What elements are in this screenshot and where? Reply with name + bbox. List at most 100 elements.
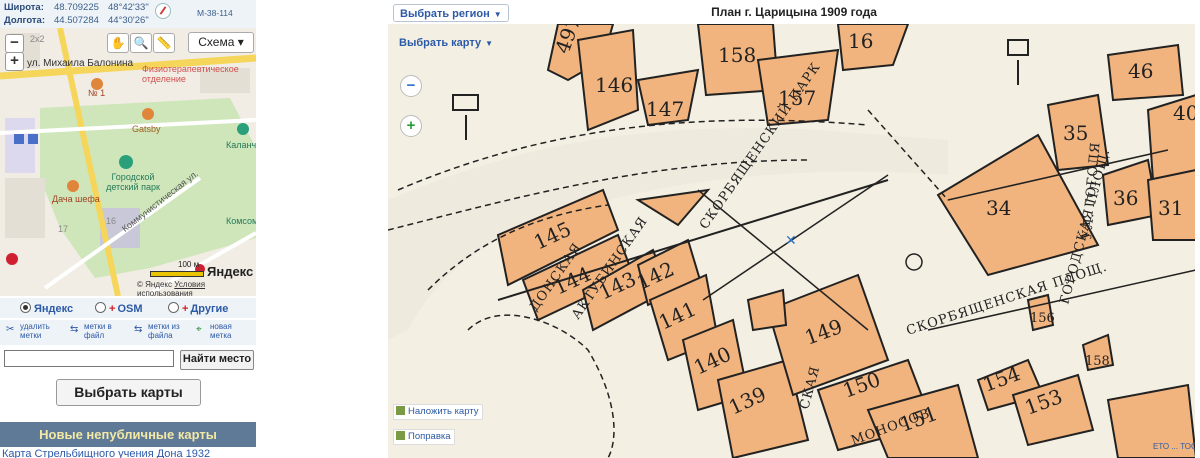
delete-marks-icon: ✂ — [6, 324, 15, 335]
latitude-decimal: 48.709225 — [54, 2, 99, 13]
select-region-dropdown[interactable]: Выбрать регион ▼ — [393, 4, 509, 22]
lot-number: 16 — [848, 29, 873, 53]
longitude-dms: 44°30'26" — [108, 15, 149, 26]
overlay-map-button[interactable]: Наложить карту — [393, 404, 483, 420]
kalanch-label: Каланч — [226, 140, 256, 150]
hand-tool-icon[interactable]: ✋ — [107, 33, 129, 53]
left-panel: Широта: 48.709225 48°42'33" Долгота: 44.… — [0, 0, 256, 458]
select-region-label: Выбрать регион — [400, 8, 490, 20]
marks-from-file-label-1: метки из — [148, 322, 180, 331]
provider-yandex-label: Яндекс — [34, 303, 74, 315]
new-mark-button[interactable]: ⌖ новая метка — [196, 322, 232, 340]
delete-marks-label-2: метки — [20, 331, 42, 340]
crosshair-icon: ✕ — [785, 232, 797, 248]
park-label: Городской детский парк — [106, 172, 160, 192]
scheme-label: Схема — [198, 35, 235, 49]
house-16-label: 16 — [106, 216, 117, 226]
compass-icon[interactable] — [155, 3, 171, 19]
map-zoom-in-button[interactable]: + — [400, 115, 422, 137]
map-title-bar: План г. Царицына 1909 года — [388, 0, 1200, 24]
yandex-logo: Яндекс — [207, 264, 254, 279]
latitude-label: Широта: — [4, 2, 44, 13]
minimap-zoom-in-button[interactable]: + — [5, 52, 24, 71]
dacha-label: Дача шефа — [52, 194, 100, 204]
delete-marks-button[interactable]: ✂ удалить метки — [6, 322, 50, 340]
lot-number: 146 — [595, 73, 633, 97]
new-mark-icon: ⌖ — [196, 324, 202, 335]
copyright-text: © Яндекс — [137, 280, 173, 289]
house-2x2-label: 2x2 — [30, 34, 45, 44]
marks-from-file-icon: ⇆ — [134, 324, 143, 335]
historic-map-viewer[interactable]: 497 146 158 16 147 157 46 35 40 34 36 31… — [388, 0, 1200, 458]
overlay-map-label: Наложить карту — [408, 406, 479, 417]
street-label: ул. Михаила Балонина — [27, 58, 134, 69]
copyright: © Яндекс Условия использования — [137, 280, 256, 296]
chevron-down-icon: ▼ — [485, 39, 494, 48]
map-sheet-code: M-38-114 — [197, 8, 233, 18]
lot-number: 31 — [1158, 196, 1183, 220]
new-private-maps-header[interactable]: Новые непубличные карты — [0, 422, 256, 447]
yandex-minimap[interactable]: − + ✋ 🔍 📏 Схема ▾ ул. Михаила Балонина Ф… — [0, 28, 256, 296]
marks-to-file-icon: ⇆ — [70, 324, 79, 335]
provider-osm[interactable]: + OSM — [95, 302, 143, 315]
longitude-decimal: 44.507284 — [54, 15, 99, 26]
map-right-border — [1195, 0, 1200, 458]
provider-osm-label: OSM — [117, 303, 143, 315]
marks-toolbar: ✂ удалить метки ⇆ метки в файл ⇆ метки и… — [0, 320, 256, 345]
new-mark-label-2: метка — [210, 331, 232, 340]
longitude-label: Долгота: — [4, 15, 45, 26]
correction-button[interactable]: Поправка — [393, 429, 455, 445]
map-title: План г. Царицына 1909 года — [711, 5, 877, 19]
magnify-tool-icon[interactable]: 🔍 — [130, 33, 152, 53]
layers-icon — [396, 406, 405, 415]
marks-to-file-label-1: метки в — [84, 322, 112, 331]
ruler-tool-icon[interactable]: 📏 — [153, 33, 175, 53]
select-map-dropdown[interactable]: Выбрать карту ▼ — [393, 34, 499, 52]
correction-label: Поправка — [408, 431, 451, 442]
lot-number: 46 — [1128, 59, 1153, 83]
latitude-dms: 48°42'33" — [108, 2, 149, 13]
provider-yandex[interactable]: Яндекс — [20, 302, 73, 315]
map-attribution[interactable]: ЕТО ... ТОС — [1153, 442, 1197, 451]
lot-number: 35 — [1063, 121, 1088, 145]
map-zoom-out-button[interactable]: − — [400, 75, 422, 97]
choose-maps-button[interactable]: Выбрать карты — [56, 379, 201, 406]
historic-map-image: 497 146 158 16 147 157 46 35 40 34 36 31… — [388, 0, 1200, 458]
delete-marks-label-1: удалить — [20, 322, 50, 331]
marks-from-file-label-2: файла — [148, 331, 173, 340]
lot-number: 34 — [986, 196, 1011, 220]
gatsby-label: Gatsby — [132, 124, 161, 134]
marks-from-file-button[interactable]: ⇆ метки из файла — [134, 322, 180, 340]
correction-icon — [396, 431, 405, 440]
map-list-item[interactable]: Карта Стрельбищного учения Дона 1932 — [2, 448, 210, 458]
no1-label: № 1 — [88, 88, 106, 98]
marks-to-file-label-2: файл — [84, 331, 105, 340]
provider-others[interactable]: + Другие — [168, 302, 228, 315]
lot-number: 158 — [1085, 354, 1110, 369]
new-mark-label-1: новая — [210, 322, 232, 331]
lot-number: 36 — [1113, 186, 1138, 210]
house-17-label: 17 — [58, 224, 69, 234]
lot-number: 158 — [718, 43, 756, 67]
coordinates-bar: Широта: 48.709225 48°42'33" Долгота: 44.… — [0, 0, 256, 29]
place-search-input[interactable] — [4, 350, 174, 367]
radio-yandex[interactable] — [20, 302, 31, 313]
latitude-row: Широта: 48.709225 48°42'33" — [4, 2, 149, 15]
radio-others[interactable] — [168, 302, 179, 313]
minimap-zoom-out-button[interactable]: − — [5, 34, 24, 53]
lot-number: 147 — [646, 97, 684, 121]
lot-number: 156 — [1030, 311, 1055, 326]
select-map-label: Выбрать карту — [399, 37, 482, 49]
provider-others-label: Другие — [190, 303, 229, 315]
clinic-label: Физиотерапевтическое отделение — [142, 64, 239, 84]
find-place-button[interactable]: Найти место — [180, 350, 254, 370]
radio-osm[interactable] — [95, 302, 106, 313]
longitude-row: Долгота: 44.507284 44°30'26" — [4, 15, 149, 28]
scheme-dropdown[interactable]: Схема ▾ — [188, 32, 254, 53]
scale-bar — [150, 271, 204, 277]
scale-label: 100 м — [178, 260, 200, 269]
chevron-down-icon: ▼ — [493, 10, 502, 19]
provider-selector: Яндекс + OSM + Другие — [0, 298, 256, 318]
marks-to-file-button[interactable]: ⇆ метки в файл — [70, 322, 112, 340]
komsom-label: Комсом — [226, 216, 256, 226]
